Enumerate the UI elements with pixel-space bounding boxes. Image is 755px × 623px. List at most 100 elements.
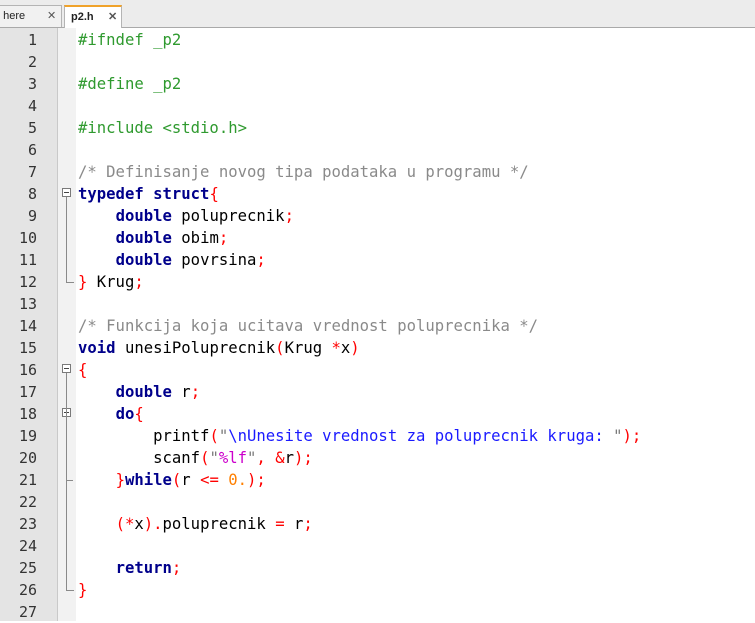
identifier-text xyxy=(219,471,228,489)
code-line[interactable]: 1 #ifndef _p2 xyxy=(0,29,755,51)
fold-collapse-icon[interactable] xyxy=(62,188,71,197)
number-text: 0. xyxy=(228,471,248,489)
identifier-text xyxy=(78,251,116,269)
code-line[interactable]: 22 xyxy=(0,491,755,513)
identifier-text xyxy=(78,559,116,577)
close-icon[interactable]: ✕ xyxy=(47,9,56,22)
code-line[interactable]: 7 /* Definisanje novog tipa podataka u pr… xyxy=(0,161,755,183)
preprocessor-text: #ifndef _p2 xyxy=(78,31,182,49)
code-text: printf("\nUnesite vrednost za poluprecni… xyxy=(78,425,641,447)
code-line[interactable]: 27 xyxy=(0,601,755,623)
code-line[interactable]: 24 xyxy=(0,535,755,557)
code-line[interactable]: 20 scanf("%lf", &r); xyxy=(0,447,755,469)
line-number: 13 xyxy=(18,295,37,313)
identifier-text: unesiPoluprecnik xyxy=(115,339,276,357)
code-line[interactable]: 9 double poluprecnik; xyxy=(0,205,755,227)
operator-text: & xyxy=(275,449,285,467)
tab-previous-file[interactable]: t here ✕ xyxy=(0,5,62,27)
keyword-text: void xyxy=(78,339,116,357)
fold-end-marker xyxy=(66,579,74,591)
line-number: 11 xyxy=(18,251,37,269)
keyword-text: typedef xyxy=(78,185,144,203)
code-line[interactable]: 11 double povrsina; xyxy=(0,249,755,271)
fold-collapse-icon[interactable] xyxy=(62,364,71,373)
operator-text: , xyxy=(256,449,266,467)
code-text: #include <stdio.h> xyxy=(78,117,247,139)
identifier-text xyxy=(78,229,116,247)
line-number: 4 xyxy=(27,97,37,115)
identifier-text: poluprecnik xyxy=(171,207,285,225)
keyword-text: double xyxy=(115,229,172,247)
code-line[interactable]: 8 typedef struct{ xyxy=(0,183,755,205)
code-line[interactable]: 3 #define _p2 xyxy=(0,73,755,95)
fold-end-marker xyxy=(66,469,73,481)
code-line[interactable]: 4 xyxy=(0,95,755,117)
code-line[interactable]: 19 printf("\nUnesite vrednost za polupre… xyxy=(0,425,755,447)
code-line[interactable]: 25 return; xyxy=(0,557,755,579)
fold-guide-line xyxy=(66,197,67,282)
operator-text: <= xyxy=(200,471,219,489)
code-line[interactable]: 18 do{ xyxy=(0,403,755,425)
preprocessor-text: #define _p2 xyxy=(78,75,182,93)
identifier-text xyxy=(266,449,275,467)
operator-text: ; xyxy=(284,207,294,225)
code-text: double r; xyxy=(78,381,201,403)
line-number: 5 xyxy=(27,119,37,137)
identifier-text: x xyxy=(340,339,351,357)
identifier-text: Krug xyxy=(87,273,135,291)
code-line[interactable]: 17 double r; xyxy=(0,381,755,403)
operator-text: ; xyxy=(256,251,266,269)
operator-text: (* xyxy=(115,515,135,533)
code-line[interactable]: 6 xyxy=(0,139,755,161)
format-specifier-text: %lf xyxy=(218,449,248,467)
code-line[interactable]: 13 xyxy=(0,293,755,315)
line-number: 2 xyxy=(27,53,37,71)
keyword-text: double xyxy=(115,251,172,269)
code-line[interactable]: 12} Krug; xyxy=(0,271,755,293)
code-line[interactable]: 15 void unesiPoluprecnik(Krug *x) xyxy=(0,337,755,359)
code-text: }while(r <= 0.); xyxy=(78,469,266,491)
identifier-text xyxy=(144,185,153,203)
keyword-text: while xyxy=(124,471,172,489)
tab-p2-h[interactable]: p2.h ✕ xyxy=(64,5,122,28)
line-number: 25 xyxy=(18,559,37,577)
code-line[interactable]: 21 }while(r <= 0.); xyxy=(0,469,755,491)
code-line[interactable]: 26} xyxy=(0,579,755,601)
identifier-text: obim xyxy=(171,229,219,247)
line-number: 3 xyxy=(27,75,37,93)
identifier-text xyxy=(78,515,116,533)
identifier-text: r xyxy=(171,383,191,401)
code-text: typedef struct{ xyxy=(78,183,219,205)
code-text: void unesiPoluprecnik(Krug *x) xyxy=(78,337,360,359)
line-number: 17 xyxy=(18,383,37,401)
line-number: 22 xyxy=(18,493,37,511)
line-number: 6 xyxy=(27,141,37,159)
keyword-text: struct xyxy=(153,185,210,203)
operator-text: = xyxy=(275,515,285,533)
keyword-text: double xyxy=(115,207,172,225)
code-text: do{ xyxy=(78,403,144,425)
operator-text: ) xyxy=(350,339,360,357)
operator-text: { xyxy=(209,185,219,203)
code-text: #ifndef _p2 xyxy=(78,29,181,51)
line-number: 18 xyxy=(18,405,37,423)
code-line[interactable]: 14 /* Funkcija koja ucitava vrednost polu… xyxy=(0,315,755,337)
string-quote-text: " xyxy=(247,449,257,467)
code-text: scanf("%lf", &r); xyxy=(78,447,313,469)
code-line[interactable]: 2 xyxy=(0,51,755,73)
code-line[interactable]: 23 (*x).poluprecnik = r; xyxy=(0,513,755,535)
code-editor[interactable]: 1 #ifndef _p2 2 3 #define _p2 4 5 #include <std… xyxy=(0,28,755,621)
code-text: double poluprecnik; xyxy=(78,205,294,227)
code-text: return; xyxy=(78,557,182,579)
identifier-text: Krug xyxy=(284,339,332,357)
string-text: Unesite vrednost za poluprecnik kruga: xyxy=(247,427,614,445)
line-number: 16 xyxy=(18,361,37,379)
code-line[interactable]: 16 { xyxy=(0,359,755,381)
code-text: #define _p2 xyxy=(78,73,181,95)
code-line[interactable]: 5 #include <stdio.h> xyxy=(0,117,755,139)
code-text: (*x).poluprecnik = r; xyxy=(78,513,313,535)
operator-text: ; xyxy=(134,273,144,291)
code-line[interactable]: 10 double obim; xyxy=(0,227,755,249)
close-icon[interactable]: ✕ xyxy=(108,10,117,23)
line-number: 14 xyxy=(18,317,37,335)
